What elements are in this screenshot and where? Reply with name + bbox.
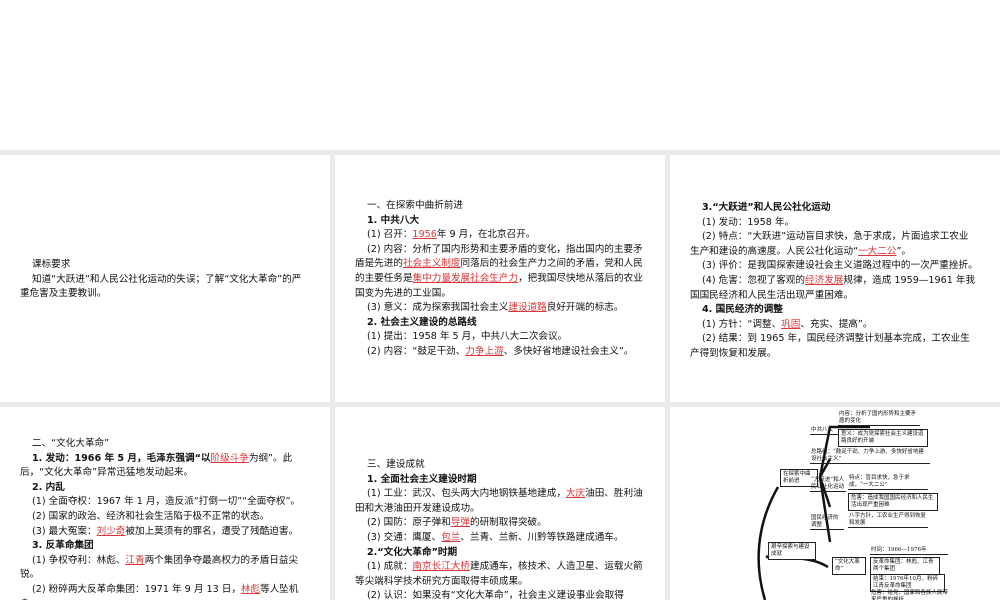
text-line: (2) 国防：原子弹和导弹的研制取得突破。 [367,517,547,529]
subheading: 3.“大跃进”和人民公社化运动 [702,202,831,213]
mindmap-leaf: 危害：给党、国家和各族人民带来严重的挫折 [870,590,950,600]
mindmap-leaf: 总路线：“鼓足干劲、力争上游、多快好省地建设社会主义” [810,449,930,464]
text-line: (1) 发动：1958 年。 [702,216,795,228]
subheading: 2. 内乱 [32,481,65,493]
text-line: (1) 成就：南京长江大桥建成通车，核技术、人造卫星、运载火箭等尖端科学技术研究… [355,561,643,587]
mindmap-leaf: 危害：造成我国国民经济和人民生活出现严重困难 [848,493,938,511]
slide-thumbnail-mindmap[interactable]: 艰辛探索与建设成就 在探索中曲折前进 中共八大 内容：分析了国内形势和主要矛盾的… [670,407,1000,600]
text-line: (1) 全面夺权：1967 年 1 月，造反派“打倒一切”“全面夺权”。 [32,496,301,508]
mindmap-leaf: 意义：成为党探索社会主义建设道路良好的开端 [838,429,928,447]
text-line: (4) 危害：忽视了客观的经济发展规律，造成 1959—1961 年我国国民经济… [690,274,976,301]
mindmap-node: 国民经济的调整 [810,515,844,530]
text-line: (1) 工业：武汉、包头两大内地钢铁基地建成，大庆油田、胜利油田和大港油田开发建… [355,488,643,514]
text-line: (1) 召开：1956年 9 月，在北京召开。 [367,229,536,241]
mindmap-leaf: 八字方针，工农业生产得到恢复和发展 [848,513,928,528]
mindmap-root: 艰辛探索与建设成就 [768,542,816,560]
slide-thumbnail-2[interactable]: 一、在探索中曲折前进 1. 中共八大 (1) 召开：1956年 9 月，在北京召… [335,155,665,402]
section-heading: 三、建设成就 [367,459,425,470]
subheading: 3. 反革命集团 [32,540,94,552]
text-line: (2) 特点：“大跃进”运动盲目求快，急于求成，片面追求工农业生产和建设的高速度… [690,231,969,257]
text-line: (1) 争权夺利：林彪、江青两个集团争夺最高权力的矛盾日益尖锐。 [20,554,299,581]
blank-header-area [0,0,1000,150]
mindmap-node: 中共八大 [810,427,840,435]
mindmap-node: “大跃进”和人民公社化运动 [810,477,846,492]
text-line: (1) 方针：“调整、巩固、充实、提高”。 [702,318,873,330]
text-line: (2) 内容：“鼓足干劲、力争上游、多快好省地建设社会主义”。 [367,345,634,357]
subheading: 1. 中共八大 [367,214,420,226]
text-line: 1. 发动：1966 年 5 月，毛泽东强调“以阶级斗争为纲”。此后，“文化大革… [20,452,293,479]
text-line: (1) 提出：1958 年 5 月，中共八大二次会议。 [367,331,568,343]
section-heading: 课标要求 [32,259,71,270]
text-line: (2) 国家的政治、经济和社会生活陷于极不正常的状态。 [32,510,270,522]
slide-thumbnail-4[interactable]: 二、“文化大革命” 1. 发动：1966 年 5 月，毛泽东强调“以阶级斗争为纲… [0,407,330,600]
slide-thumbnail-5[interactable]: 三、建设成就 1. 全面社会主义建设时期 (1) 工业：武汉、包头两大内地钢铁基… [335,407,665,600]
text-line: (3) 意义：成为探索我国社会主义建设道路良好开端的标志。 [367,302,624,314]
mindmap-leaf: 内容：分析了国内形势和主要矛盾的变化 [838,411,920,426]
mindmap-node: “文化大革命” [832,557,866,575]
section-heading: 一、在探索中曲折前进 [367,200,463,211]
slide-thumbnail-1[interactable]: 课标要求 知道“大跃进”和人民公社化运动的失误；了解“文化大革命”的严重危害及主… [0,155,330,402]
text-line: (3) 评价：是我国探索建设社会主义道路过程中的一次严重挫折。 [702,260,978,272]
subheading: 4. 国民经济的调整 [702,304,783,316]
subheading: 2. 社会主义建设的总路线 [367,316,477,328]
curriculum-text: 知道“大跃进”和人民公社化运动的失误；了解“文化大革命”的严重危害及主要教训。 [20,273,302,300]
text-line: (3) 最大冤案：刘少奇被加上莫须有的罪名，遭受了残酷迫害。 [32,525,299,537]
text-line: (2) 粉碎两大反革命集团：1971 年 9 月 13 日，林彪等人坠机身 [20,583,299,600]
mindmap-leaf: 特点：盲目求快，急于求成，“一大二公” [848,475,928,490]
subheading: 1. 全面社会主义建设时期 [367,473,477,485]
slide-thumbnail-3[interactable]: 3.“大跃进”和人民公社化运动 (1) 发动：1958 年。 (2) 特点：“大… [670,155,1000,402]
mindmap-leaf: 反革命集团：林彪、江青两个集团 [870,557,940,575]
text-line: (2) 内容：分析了国内形势和主要矛盾的变化，指出国内的主要矛盾是先进的社会主义… [355,243,643,299]
mindmap-leaf: 时间：1966—1976年 [870,547,948,555]
text-line: (3) 交通：鹰厦、包兰、兰青、兰新、川黔等铁路建成通车。 [367,531,624,543]
text-line: (2) 结果：到 1965 年，国民经济调整计划基本完成，工农业生产得到恢复和发… [690,333,970,359]
text-line: (2) 认识：如果没有“文化大革命”，社会主义建设事业会取得 [367,590,624,600]
subheading: 2.“文化大革命”时期 [367,546,458,558]
section-heading: 二、“文化大革命” [32,438,110,449]
